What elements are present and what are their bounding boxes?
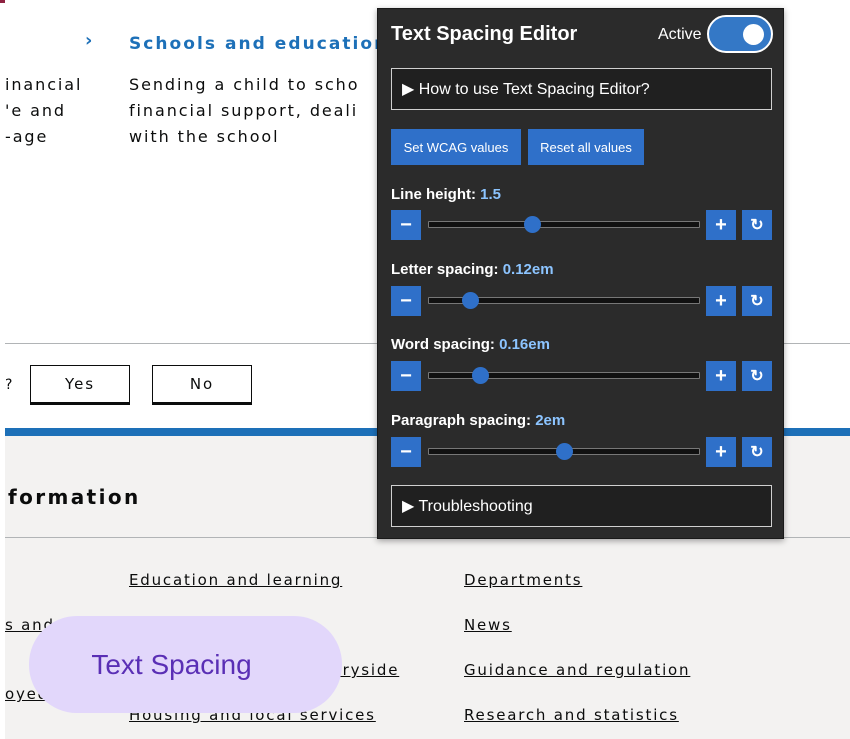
paragraph-spacing-plus-button[interactable]: + — [706, 437, 736, 467]
set-wcag-button[interactable]: Set WCAG values — [391, 129, 521, 165]
letter-spacing-reset-icon[interactable]: ↻ — [742, 286, 772, 316]
footer-link-departments[interactable]: Departments — [464, 571, 582, 589]
line-height-reset-icon[interactable]: ↻ — [742, 210, 772, 240]
slider-thumb[interactable] — [556, 443, 573, 460]
paragraph-spacing-value: 2em — [535, 412, 566, 429]
troubleshooting-details[interactable]: ▶ Troubleshooting — [391, 485, 772, 527]
active-label: Active — [658, 26, 702, 43]
letter-spacing-minus-button[interactable]: − — [391, 286, 421, 316]
footer-link-guidance[interactable]: Guidance and regulation — [464, 661, 690, 679]
paragraph-spacing-minus-button[interactable]: − — [391, 437, 421, 467]
toggle-knob — [743, 24, 764, 45]
paragraph-spacing-reset-icon[interactable]: ↻ — [742, 437, 772, 467]
paragraph-spacing-slider[interactable] — [428, 443, 700, 460]
footer-link-research[interactable]: Research and statistics — [464, 706, 679, 724]
line-height-label: Line height: 1.5 — [391, 186, 502, 203]
active-toggle[interactable] — [707, 15, 773, 53]
word-spacing-label: Word spacing: 0.16em — [391, 336, 550, 353]
line-height-plus-button[interactable]: + — [706, 210, 736, 240]
letter-spacing-label: Letter spacing: 0.12em — [391, 261, 554, 278]
word-spacing-reset-icon[interactable]: ↻ — [742, 361, 772, 391]
footer-link-news[interactable]: News — [464, 616, 512, 634]
line-height-minus-button[interactable]: − — [391, 210, 421, 240]
question-fragment: ? — [5, 377, 15, 393]
slider-thumb[interactable] — [461, 292, 479, 309]
word-spacing-value: 0.16em — [499, 336, 550, 353]
word-spacing-minus-button[interactable]: − — [391, 361, 421, 391]
chevron-right-icon: › — [85, 30, 95, 51]
letter-spacing-slider[interactable] — [428, 292, 700, 309]
left-description-fragment: inancial 'e and -age — [5, 75, 83, 146]
slider-thumb[interactable] — [523, 216, 541, 233]
footer-heading: formation — [8, 485, 141, 509]
topic-link-schools[interactable]: Schools and education — [129, 34, 388, 54]
how-to-details[interactable]: ▶ How to use Text Spacing Editor? — [391, 68, 772, 110]
no-button[interactable]: No — [152, 365, 252, 405]
letter-spacing-plus-button[interactable]: + — [706, 286, 736, 316]
yes-button[interactable]: Yes — [30, 365, 130, 405]
text-spacing-launcher[interactable]: Text Spacing — [29, 616, 342, 713]
line-height-slider[interactable] — [428, 216, 700, 233]
paragraph-spacing-label: Paragraph spacing: 2em — [391, 412, 566, 429]
topic-description: Sending a child to scho financial suppor… — [129, 75, 360, 146]
reset-all-button[interactable]: Reset all values — [528, 129, 644, 165]
line-height-value: 1.5 — [480, 186, 502, 203]
footer-link-education[interactable]: Education and learning — [129, 571, 342, 589]
text-spacing-editor-panel: Text Spacing Editor Active ▶ How to use … — [377, 8, 784, 539]
letter-spacing-value: 0.12em — [502, 261, 554, 278]
word-spacing-slider[interactable] — [428, 367, 700, 384]
word-spacing-plus-button[interactable]: + — [706, 361, 736, 391]
panel-title: Text Spacing Editor — [391, 23, 578, 45]
slider-thumb[interactable] — [472, 367, 490, 384]
launcher-label: Text Spacing — [91, 648, 252, 680]
